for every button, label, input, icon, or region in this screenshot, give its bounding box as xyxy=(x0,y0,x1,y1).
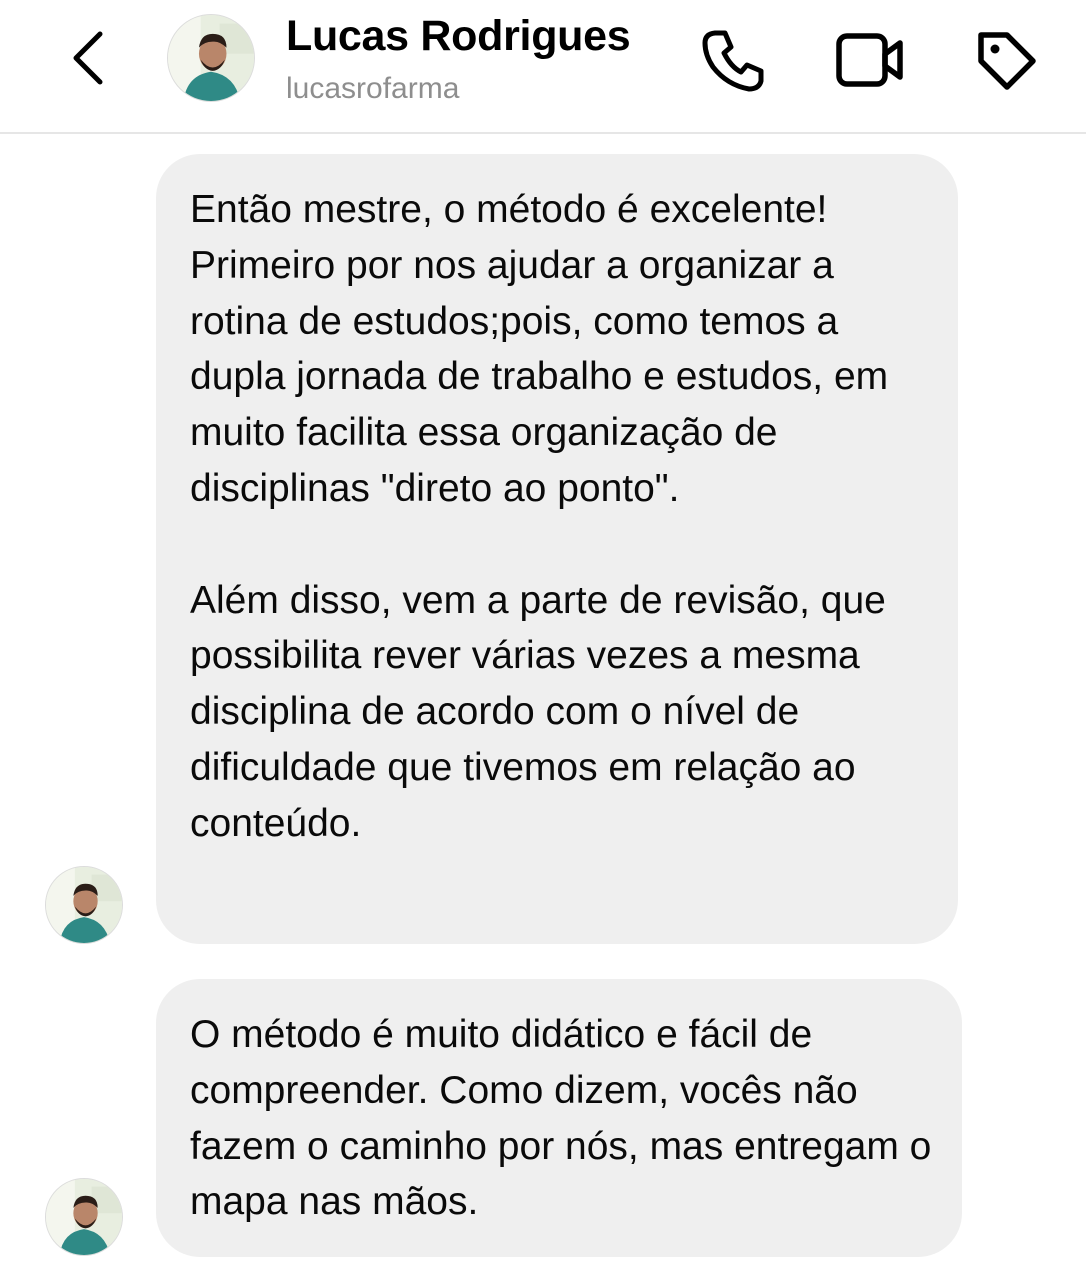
chat-header: Lucas Rodrigues lucasrofarma xyxy=(0,0,1086,134)
call-button[interactable] xyxy=(694,20,774,100)
video-call-button[interactable] xyxy=(830,20,910,100)
back-button[interactable] xyxy=(52,22,124,94)
contact-avatar[interactable] xyxy=(167,14,255,102)
profile-photo xyxy=(168,15,254,101)
profile-photo xyxy=(46,867,122,943)
video-camera-icon xyxy=(836,33,903,87)
sender-avatar[interactable] xyxy=(45,866,123,944)
profile-photo xyxy=(46,1179,122,1255)
message-bubble[interactable]: Então mestre, o método é excelente! Prim… xyxy=(156,154,958,944)
chevron-left-icon xyxy=(73,31,103,85)
phone-icon xyxy=(702,30,764,92)
contact-name[interactable]: Lucas Rodrigues xyxy=(286,12,631,61)
contact-username[interactable]: lucasrofarma xyxy=(286,72,459,106)
sender-avatar[interactable] xyxy=(45,1178,123,1256)
message-bubble[interactable]: O método é muito didático e fácil de com… xyxy=(156,979,962,1257)
tag-button[interactable] xyxy=(966,20,1046,100)
tag-icon xyxy=(978,32,1036,90)
